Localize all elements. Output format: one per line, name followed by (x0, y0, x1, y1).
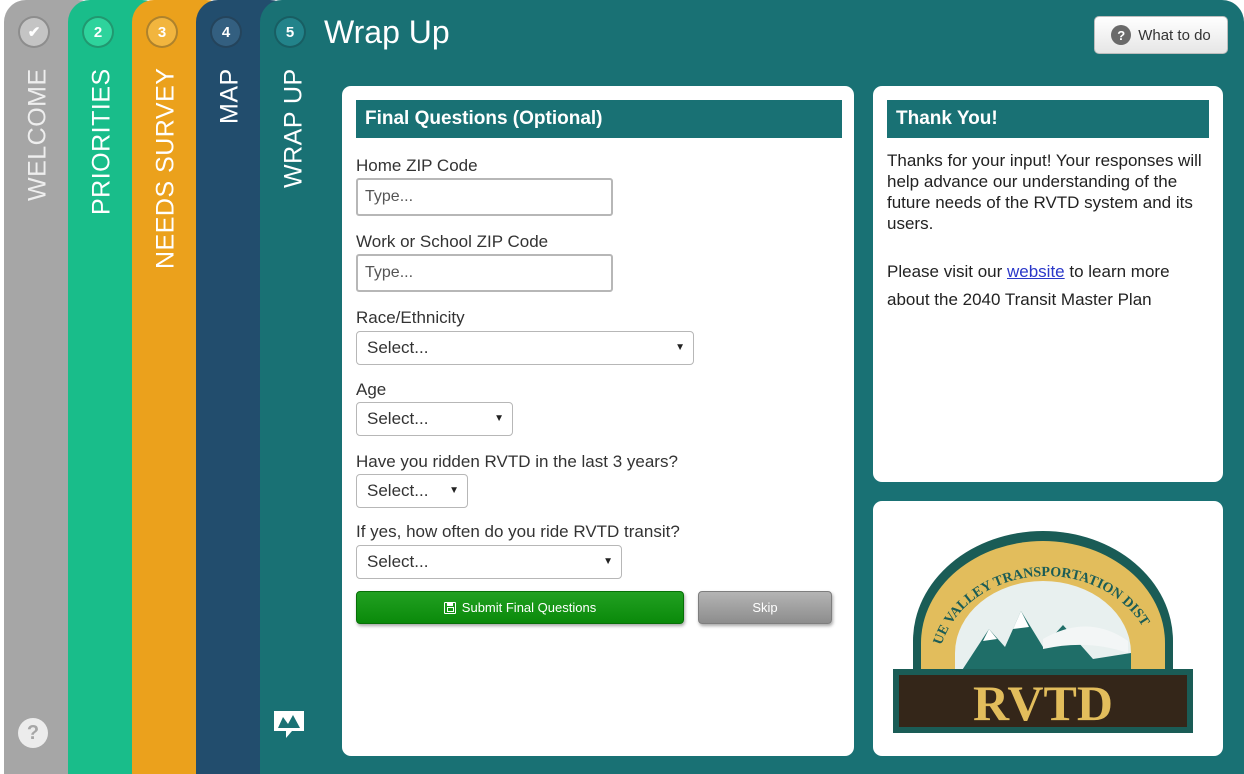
skip-button[interactable]: Skip (698, 591, 832, 624)
what-to-do-button[interactable]: ? What to do (1094, 16, 1228, 54)
age-label: Age (356, 380, 387, 399)
how-often-select[interactable]: Select... ▼ (356, 545, 622, 579)
work-zip-input[interactable] (356, 254, 613, 292)
submit-final-questions-button[interactable]: Submit Final Questions (356, 591, 684, 624)
tab-needs-survey-number: 3 (146, 16, 178, 48)
home-zip-input[interactable] (356, 178, 613, 216)
home-zip-label: Home ZIP Code (356, 156, 478, 175)
check-icon: ✔ (18, 16, 50, 48)
tab-wrap-up-label: WRAP UP (279, 68, 308, 188)
submit-label: Submit Final Questions (461, 600, 597, 615)
ridden-select[interactable]: Select... ▼ (356, 474, 468, 508)
tab-map-label: MAP (215, 68, 244, 124)
chevron-down-icon: ▼ (603, 556, 613, 567)
age-select-value: Select... (367, 409, 429, 428)
work-zip-label: Work or School ZIP Code (356, 232, 549, 251)
tab-welcome-label: WELCOME (23, 68, 52, 201)
race-label: Race/Ethnicity (356, 308, 465, 327)
ridden-label: Have you ridden RVTD in the last 3 years… (356, 452, 678, 471)
how-often-label: If yes, how often do you ride RVTD trans… (356, 522, 680, 541)
logo-rvtd-text: RVTD (973, 675, 1113, 731)
thank-you-header: Thank You! (887, 100, 1209, 138)
what-to-do-label: What to do (1138, 26, 1211, 44)
race-select[interactable]: Select... ▼ (356, 331, 694, 365)
tab-needs-survey-label: NEEDS SURVEY (151, 68, 180, 270)
chevron-down-icon: ▼ (449, 485, 459, 496)
question-circle-icon: ? (1111, 25, 1132, 45)
visit-text-before: Please visit our (887, 262, 1007, 281)
website-link[interactable]: website (1007, 262, 1065, 281)
tab-map-number: 4 (210, 16, 242, 48)
race-select-value: Select... (367, 338, 429, 357)
thank-you-panel: Thank You! Thanks for your input! Your r… (873, 86, 1223, 482)
visit-website-text: Please visit our website to learn more a… (887, 258, 1213, 314)
rvtd-logo-panel: ROGUE VALLEY TRANSPORTATION DISTRICT RVT… (873, 501, 1223, 756)
how-often-select-value: Select... (367, 552, 429, 571)
ridden-select-value: Select... (367, 481, 429, 500)
age-select[interactable]: Select... ▼ (356, 402, 513, 436)
metroquest-logo-icon[interactable] (270, 707, 308, 741)
tab-wrap-up[interactable]: 5 WRAP UP Wrap Up ? What to do Final Que… (260, 0, 1244, 774)
tab-wrap-up-number: 5 (274, 16, 306, 48)
chevron-down-icon: ▼ (675, 342, 685, 353)
thank-you-text: Thanks for your input! Your responses wi… (887, 151, 1202, 233)
tab-priorities-number: 2 (82, 16, 114, 48)
final-questions-panel: Final Questions (Optional) Home ZIP Code… (342, 86, 854, 756)
tab-priorities-label: PRIORITIES (87, 68, 116, 215)
save-icon (443, 601, 456, 614)
final-questions-header: Final Questions (Optional) (356, 100, 842, 138)
page-title: Wrap Up (324, 14, 450, 50)
help-icon[interactable]: ? (18, 718, 48, 748)
rvtd-logo: ROGUE VALLEY TRANSPORTATION DISTRICT RVT… (893, 529, 1193, 733)
chevron-down-icon: ▼ (494, 413, 504, 424)
